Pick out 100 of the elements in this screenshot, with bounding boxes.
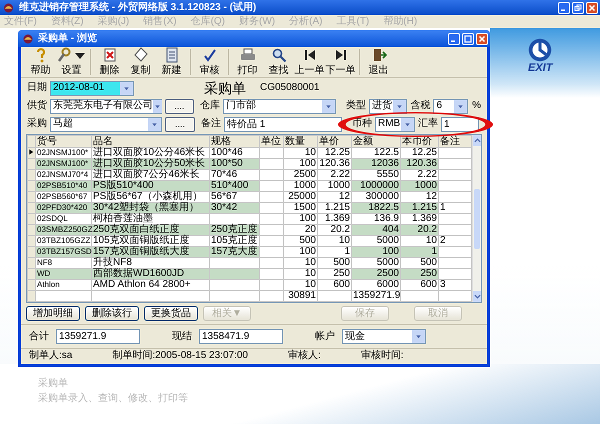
dropdown-field[interactable]: 进货 [368, 98, 408, 114]
toolbar-button[interactable]: 帮助 [25, 47, 56, 76]
column-header[interactable]: 单位 [260, 136, 284, 148]
table-cell: 2500 [284, 170, 318, 180]
field-label: 备注 [201, 118, 221, 130]
minimize-button[interactable] [448, 32, 460, 44]
column-header[interactable]: 规格 [210, 136, 260, 148]
document-icon [164, 47, 180, 63]
dropdown-field[interactable]: 现金 [342, 329, 426, 344]
module-title: 采购单 [38, 378, 68, 390]
column-header[interactable]: 货号 [36, 136, 92, 148]
dropdown-field[interactable]: 门市部 [222, 98, 336, 114]
form-heading: 采购单 [204, 80, 246, 96]
table-cell: 20 [284, 224, 318, 236]
dialog-title: 采购单 - 浏览 [38, 32, 97, 44]
table-cell: 西部数据WD1600JD [92, 268, 210, 280]
table-cell: 6000 [352, 280, 400, 290]
column-header[interactable]: 单价 [318, 136, 352, 148]
close-button[interactable] [476, 32, 488, 44]
table-cell: 10 [284, 280, 318, 290]
column-header[interactable]: 金额 [352, 136, 400, 148]
field-label: 合计 [29, 330, 49, 342]
module-description: 采购单录入、查询、修改、打印等 [38, 393, 188, 405]
table-cell: 250克双面白纸正度 [92, 224, 210, 236]
table-cell: 500 [318, 258, 352, 268]
restore-button[interactable] [572, 2, 584, 14]
action-button[interactable]: 更换货品 [144, 306, 198, 321]
total-cell: 30891 [284, 290, 318, 302]
table-cell: 10 [318, 236, 352, 246]
field-label: 汇率 [418, 118, 438, 130]
maximize-button[interactable] [462, 32, 474, 44]
document-number: CG05080001 [260, 82, 320, 94]
table-cell: 157克双面铜版纸大度 [92, 246, 210, 258]
checkmark-icon [202, 47, 218, 63]
column-header[interactable]: 备注 [438, 136, 472, 148]
column-header[interactable]: 数量 [284, 136, 318, 148]
table-cell: 1000 [284, 180, 318, 192]
table-cell: 2.22 [318, 170, 352, 180]
text-field[interactable]: 特价品 1 [224, 116, 342, 132]
table-cell: 250克正度 [210, 224, 260, 236]
dropdown-field[interactable]: 6 [433, 98, 468, 114]
toolbar-button[interactable]: 审核 [194, 47, 225, 76]
toolbar-button[interactable]: 复制 [125, 47, 156, 76]
unit-label: % [472, 100, 481, 112]
table-cell: 10 [284, 268, 318, 280]
close-button[interactable] [586, 2, 598, 14]
text-field[interactable]: 1358471.9 [199, 329, 283, 344]
dropdown-field[interactable]: RMB [375, 116, 415, 132]
table-cell: 12 [318, 192, 352, 202]
close-icon [588, 4, 596, 12]
text-field[interactable]: 1359271.9 [56, 329, 140, 344]
window-icon [22, 32, 34, 44]
toolbar-button[interactable]: 设置 [56, 47, 87, 76]
scrollbar[interactable] [472, 135, 481, 302]
dropdown-field[interactable]: 东莞莞东电子有限公司 [50, 98, 162, 114]
column-header[interactable]: 品名 [92, 136, 210, 148]
minimize-button[interactable] [558, 2, 570, 14]
table-cell: 600 [318, 280, 352, 290]
table-cell: 600 [400, 280, 438, 290]
browse-button[interactable]: .... [165, 116, 195, 132]
field-label: 帐户 [315, 330, 335, 342]
date-field[interactable]: 2012-08-01 [50, 80, 134, 96]
toolbar-button[interactable]: 下一单 [325, 47, 356, 76]
table-cell: 1500 [284, 202, 318, 214]
toolbar-button[interactable]: 打印 [232, 47, 263, 76]
toolbar-button[interactable]: 删除 [94, 47, 125, 76]
delete-document-icon [102, 47, 118, 63]
table-cell: 10 [284, 148, 318, 158]
table-cell: 30*42塑封袋（黑塞用） [92, 202, 210, 214]
restore-icon [574, 4, 582, 12]
toolbar-button[interactable]: 上一单 [294, 47, 325, 76]
table-cell: 25000 [284, 192, 318, 202]
table-cell: 157克大度 [210, 246, 260, 258]
table-cell: AMD Athlon 64 2800+ [92, 280, 210, 290]
table-cell: 进口双面胶10公分50米长 [92, 158, 210, 170]
maximize-icon [464, 34, 472, 42]
app-logo-icon [2, 2, 15, 14]
close-icon [478, 34, 486, 42]
toolbar-button[interactable]: 新建 [156, 47, 187, 76]
status-text: 审核人: [288, 350, 321, 362]
exit-button[interactable]: EXIT [528, 38, 552, 76]
action-button[interactable]: 删除该行 [85, 306, 139, 321]
field-label: 供货 [27, 100, 47, 112]
field-label: 现结 [172, 330, 192, 342]
action-button[interactable]: 增加明细 [26, 306, 80, 321]
field-label: 类型 [346, 100, 366, 112]
dropdown-field[interactable]: 马超 [50, 116, 162, 132]
scroll-down-icon [474, 293, 480, 300]
text-field[interactable]: 1 [441, 116, 479, 132]
status-text: 制单人:sa [29, 350, 72, 362]
wrench-icon [56, 47, 72, 63]
table-cell: 500 [284, 236, 318, 246]
search-icon [270, 47, 286, 63]
table-cell: 10 [284, 258, 318, 268]
status-text: 审核时间: [360, 350, 404, 362]
scroll-up-icon [474, 137, 480, 144]
table-cell: Athlon [36, 280, 92, 290]
toolbar-button[interactable]: 查找 [263, 47, 294, 76]
toolbar-button[interactable]: 退出 [363, 47, 394, 76]
browse-button[interactable]: .... [165, 98, 194, 114]
